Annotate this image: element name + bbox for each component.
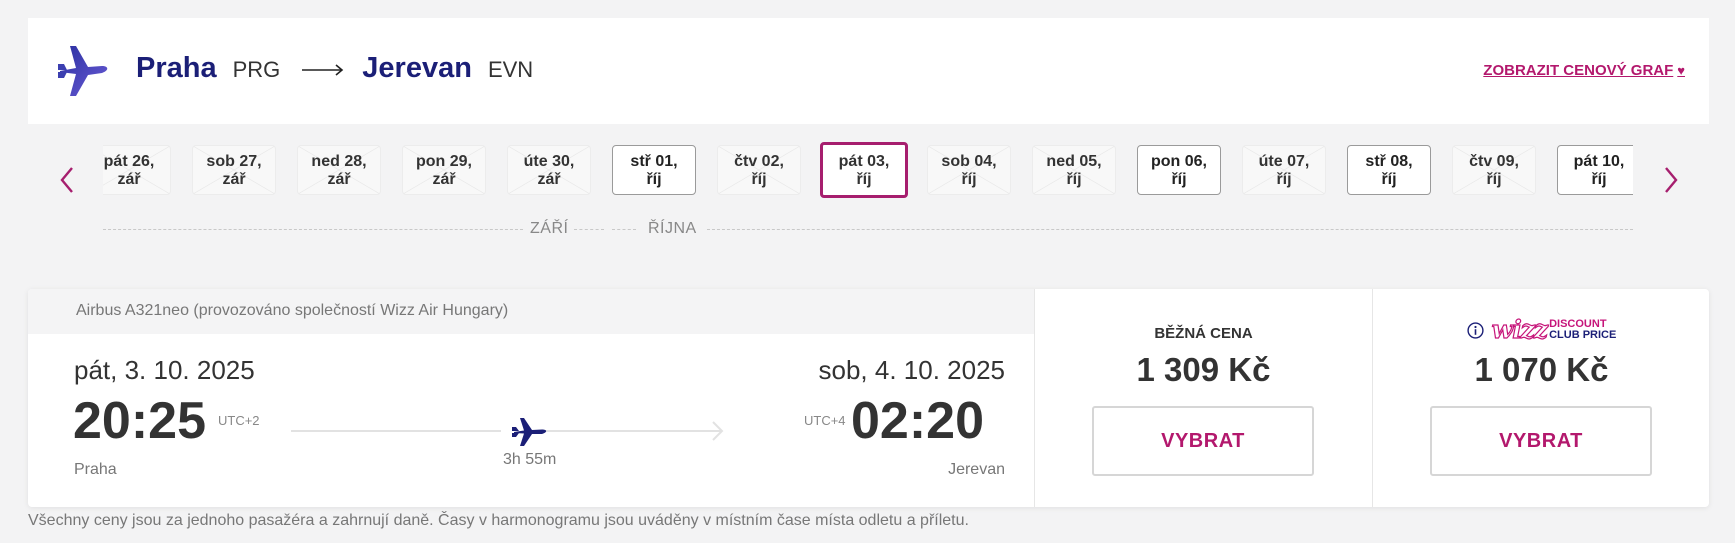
- date-carousel: pát 26, zář sob 27, zář ned 28, zář pon 29, zář…: [0, 140, 1735, 250]
- date-option[interactable]: pon 06, říj: [1137, 145, 1221, 195]
- destination-code: EVN: [487, 57, 534, 82]
- date-option[interactable]: úte 07, říj: [1242, 145, 1326, 195]
- date-option[interactable]: čtv 09, říj: [1452, 145, 1536, 195]
- price-graph-label: ZOBRAZIT CENOVÝ GRAF: [1483, 62, 1674, 79]
- date-month: říj: [1171, 171, 1187, 188]
- month-divider: ZÁŘÍ ŘÍJNA: [103, 218, 1633, 242]
- arrival-time: 02:20: [851, 392, 984, 450]
- date-month: říj: [1381, 171, 1397, 188]
- club-line-2: CLUB PRICE: [1549, 329, 1617, 341]
- date-option[interactable]: stř 01, říj: [612, 145, 696, 195]
- departure-time: 20:25: [73, 392, 206, 450]
- aircraft-info-bar: Airbus A321neo (provozováno společností …: [28, 289, 1034, 334]
- destination-city: Jerevan: [362, 52, 472, 84]
- discount-club-fare: wizz DISCOUNT CLUB PRICE 1 070 Kč VYBRAT: [1372, 289, 1710, 507]
- date-day: pát 10,: [1573, 153, 1625, 170]
- date-day: čtv 02,: [734, 153, 784, 170]
- date-day: stř 08,: [1365, 153, 1413, 170]
- date-day: čtv 09,: [1469, 153, 1519, 170]
- month-line: [574, 229, 604, 230]
- heart-icon: ♥: [1677, 63, 1685, 78]
- departure-timezone: UTC+2: [218, 413, 260, 428]
- departure-date: pát, 3. 10. 2025: [74, 355, 255, 385]
- date-option[interactable]: čtv 02, říj: [717, 145, 801, 195]
- date-day: pát 26,: [103, 153, 155, 170]
- info-icon[interactable]: [1467, 321, 1484, 339]
- date-month: říj: [646, 171, 662, 188]
- arrival-city: Jerevan: [948, 461, 1005, 478]
- date-day: sob 04,: [941, 153, 997, 170]
- select-club-fare-button[interactable]: VYBRAT: [1430, 406, 1652, 476]
- flight-card: Airbus A321neo (provozováno společností …: [28, 289, 1709, 507]
- date-day: stř 01,: [630, 153, 678, 170]
- date-month: říj: [961, 171, 977, 188]
- wizz-logo-icon: wizz: [1491, 315, 1549, 344]
- date-option[interactable]: ned 05, říj: [1032, 145, 1116, 195]
- month-label-second: ŘÍJNA: [648, 220, 697, 237]
- origin-city: Praha: [136, 52, 217, 84]
- route-arrow-icon: [302, 64, 344, 76]
- date-month: zář: [222, 171, 246, 188]
- date-option[interactable]: stř 08, říj: [1347, 145, 1431, 195]
- date-month: zář: [327, 171, 351, 188]
- date-option[interactable]: pát 03, říj: [820, 142, 908, 198]
- date-day: pát 03,: [838, 153, 890, 170]
- discount-club-badge: DISCOUNT CLUB PRICE: [1549, 319, 1616, 341]
- month-line: [612, 229, 636, 230]
- date-option[interactable]: pát 10, říj: [1557, 145, 1633, 195]
- date-option[interactable]: sob 04, říj: [927, 145, 1011, 195]
- route-header: Praha PRG Jerevan EVN ZOBRAZIT CENOVÝ GR…: [28, 18, 1709, 124]
- route-summary: Praha PRG Jerevan EVN: [136, 52, 533, 85]
- date-month: říj: [1066, 171, 1082, 188]
- chevron-left-icon[interactable]: [52, 160, 82, 200]
- origin-code: PRG: [232, 57, 281, 82]
- date-month: říj: [1276, 171, 1292, 188]
- date-month: říj: [856, 171, 872, 188]
- date-day: ned 28,: [311, 153, 367, 170]
- date-day: úte 30,: [523, 153, 575, 170]
- regular-fare-price: 1 309 Kč: [1136, 351, 1271, 388]
- date-strip: pát 26, zář sob 27, zář ned 28, zář pon 29, zář…: [103, 140, 1633, 200]
- discount-club-price: 1 070 Kč: [1474, 351, 1609, 388]
- date-option[interactable]: úte 30, zář: [507, 145, 591, 195]
- select-regular-fare-button[interactable]: VYBRAT: [1092, 406, 1314, 476]
- month-label-first: ZÁŘÍ: [530, 220, 569, 237]
- departure-city: Praha: [74, 461, 117, 478]
- date-option[interactable]: ned 28, zář: [297, 145, 381, 195]
- date-day: sob 27,: [206, 153, 262, 170]
- date-month: říj: [751, 171, 767, 188]
- date-month: zář: [117, 171, 141, 188]
- chevron-right-icon[interactable]: [1656, 160, 1686, 200]
- arrival-date: sob, 4. 10. 2025: [818, 355, 1005, 385]
- regular-fare-label: BĚŽNÁ CENA: [1154, 325, 1253, 342]
- regular-fare: BĚŽNÁ CENA 1 309 Kč VYBRAT: [1034, 289, 1372, 507]
- date-month: zář: [537, 171, 561, 188]
- date-option[interactable]: sob 27, zář: [192, 145, 276, 195]
- airplane-icon: [512, 418, 547, 446]
- date-month: říj: [1591, 171, 1607, 188]
- flight-duration: 3h 55m: [503, 451, 557, 468]
- date-option[interactable]: pát 26, zář: [103, 145, 171, 195]
- date-day: pon 29,: [415, 153, 472, 170]
- date-month: říj: [1486, 171, 1502, 188]
- airplane-logo-icon: [58, 46, 108, 96]
- month-line: [707, 229, 1633, 230]
- show-price-graph-link[interactable]: ZOBRAZIT CENOVÝ GRAF ♥: [1483, 62, 1685, 79]
- discount-club-header: wizz DISCOUNT CLUB PRICE: [1373, 315, 1710, 344]
- aircraft-info: Airbus A321neo (provozováno společností …: [76, 302, 509, 319]
- date-day: úte 07,: [1258, 153, 1310, 170]
- date-month: zář: [432, 171, 456, 188]
- arrival-timezone: UTC+4: [804, 413, 846, 428]
- date-option[interactable]: pon 29, zář: [402, 145, 486, 195]
- date-day: pon 06,: [1150, 153, 1207, 170]
- month-line: [103, 229, 523, 230]
- price-disclaimer: Všechny ceny jsou za jednoho pasažéra a …: [28, 512, 969, 529]
- date-day: ned 05,: [1046, 153, 1102, 170]
